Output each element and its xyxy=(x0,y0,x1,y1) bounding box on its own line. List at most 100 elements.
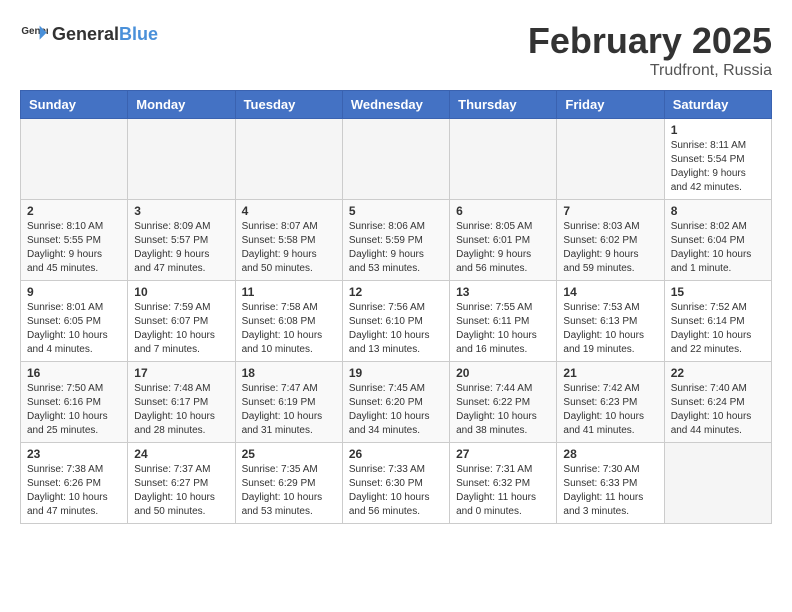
day-number: 13 xyxy=(456,285,550,299)
day-info: Sunrise: 8:01 AM Sunset: 6:05 PM Dayligh… xyxy=(27,301,121,357)
calendar-cell: 26Sunrise: 7:33 AM Sunset: 6:30 PM Dayli… xyxy=(342,443,449,524)
day-number: 1 xyxy=(671,123,765,137)
day-info: Sunrise: 7:44 AM Sunset: 6:22 PM Dayligh… xyxy=(456,382,550,438)
calendar-cell: 14Sunrise: 7:53 AM Sunset: 6:13 PM Dayli… xyxy=(557,281,664,362)
day-info: Sunrise: 7:58 AM Sunset: 6:08 PM Dayligh… xyxy=(242,301,336,357)
calendar-cell: 3 Sunrise: 8:09 AM Sunset: 5:57 PM Daylig… xyxy=(128,200,235,281)
calendar-table: SundayMondayTuesdayWednesdayThursdayFrid… xyxy=(20,90,772,524)
day-info: Sunrise: 7:38 AM Sunset: 6:26 PM Dayligh… xyxy=(27,463,121,519)
day-number: 14 xyxy=(563,285,657,299)
day-number: 11 xyxy=(242,285,336,299)
day-number: 4 xyxy=(242,204,336,218)
day-info: Sunrise: 7:47 AM Sunset: 6:19 PM Dayligh… xyxy=(242,382,336,438)
day-number: 3 xyxy=(134,204,228,218)
calendar-cell: 15 Sunrise: 7:52 AM Sunset: 6:14 PM Dayli… xyxy=(664,281,771,362)
calendar-cell: 16 Sunrise: 7:50 AM Sunset: 6:16 PM Dayli… xyxy=(21,362,128,443)
calendar-cell: 10 Sunrise: 7:59 AM Sunset: 6:07 PM Dayli… xyxy=(128,281,235,362)
day-number: 25 xyxy=(242,447,336,461)
weekday-header-saturday: Saturday xyxy=(664,91,771,119)
day-info: Sunrise: 8:10 AM Sunset: 5:55 PM Dayligh… xyxy=(27,220,121,276)
day-info: Sunrise: 7:31 AM Sunset: 6:32 PM Dayligh… xyxy=(456,463,550,519)
week-row-4: 16 Sunrise: 7:50 AM Sunset: 6:16 PM Dayli… xyxy=(21,362,772,443)
weekday-header-friday: Friday xyxy=(557,91,664,119)
day-info: Sunrise: 7:45 AM Sunset: 6:20 PM Dayligh… xyxy=(349,382,443,438)
calendar-cell: 13 Sunrise: 7:55 AM Sunset: 6:11 PM Dayli… xyxy=(450,281,557,362)
week-row-3: 9 Sunrise: 8:01 AM Sunset: 6:05 PM Daylig… xyxy=(21,281,772,362)
calendar-cell: 25 Sunrise: 7:35 AM Sunset: 6:29 PM Dayli… xyxy=(235,443,342,524)
day-number: 2 xyxy=(27,204,121,218)
calendar-cell: 18 Sunrise: 7:47 AM Sunset: 6:19 PM Dayli… xyxy=(235,362,342,443)
day-number: 17 xyxy=(134,366,228,380)
logo-icon: General xyxy=(20,20,48,48)
calendar-cell xyxy=(21,119,128,200)
calendar-title: February 2025 xyxy=(528,20,772,62)
day-number: 15 xyxy=(671,285,765,299)
calendar-cell: 21 Sunrise: 7:42 AM Sunset: 6:23 PM Dayli… xyxy=(557,362,664,443)
day-info: Sunrise: 7:35 AM Sunset: 6:29 PM Dayligh… xyxy=(242,463,336,519)
title-area: February 2025 Trudfront, Russia xyxy=(528,20,772,80)
calendar-cell: 8Sunrise: 8:02 AM Sunset: 6:04 PM Daylig… xyxy=(664,200,771,281)
weekday-header-row: SundayMondayTuesdayWednesdayThursdayFrid… xyxy=(21,91,772,119)
day-number: 10 xyxy=(134,285,228,299)
calendar-cell: 1 Sunrise: 8:11 AM Sunset: 5:54 PM Daylig… xyxy=(664,119,771,200)
day-info: Sunrise: 8:05 AM Sunset: 6:01 PM Dayligh… xyxy=(456,220,550,276)
weekday-header-sunday: Sunday xyxy=(21,91,128,119)
calendar-cell: 22Sunrise: 7:40 AM Sunset: 6:24 PM Dayli… xyxy=(664,362,771,443)
day-info: Sunrise: 8:09 AM Sunset: 5:57 PM Dayligh… xyxy=(134,220,228,276)
calendar-cell: 20 Sunrise: 7:44 AM Sunset: 6:22 PM Dayli… xyxy=(450,362,557,443)
calendar-cell: 28 Sunrise: 7:30 AM Sunset: 6:33 PM Dayli… xyxy=(557,443,664,524)
weekday-header-tuesday: Tuesday xyxy=(235,91,342,119)
day-info: Sunrise: 7:56 AM Sunset: 6:10 PM Dayligh… xyxy=(349,301,443,357)
calendar-cell: 11 Sunrise: 7:58 AM Sunset: 6:08 PM Dayli… xyxy=(235,281,342,362)
day-info: Sunrise: 7:52 AM Sunset: 6:14 PM Dayligh… xyxy=(671,301,765,357)
week-row-1: 1 Sunrise: 8:11 AM Sunset: 5:54 PM Daylig… xyxy=(21,119,772,200)
calendar-cell: 27 Sunrise: 7:31 AM Sunset: 6:32 PM Dayli… xyxy=(450,443,557,524)
calendar-cell: 4 Sunrise: 8:07 AM Sunset: 5:58 PM Daylig… xyxy=(235,200,342,281)
calendar-cell: 6Sunrise: 8:05 AM Sunset: 6:01 PM Daylig… xyxy=(450,200,557,281)
day-info: Sunrise: 7:42 AM Sunset: 6:23 PM Dayligh… xyxy=(563,382,657,438)
calendar-cell: 9 Sunrise: 8:01 AM Sunset: 6:05 PM Daylig… xyxy=(21,281,128,362)
day-number: 19 xyxy=(349,366,443,380)
weekday-header-wednesday: Wednesday xyxy=(342,91,449,119)
week-row-5: 23Sunrise: 7:38 AM Sunset: 6:26 PM Dayli… xyxy=(21,443,772,524)
logo-blue-text: Blue xyxy=(119,24,158,45)
calendar-cell xyxy=(557,119,664,200)
calendar-cell: 12 Sunrise: 7:56 AM Sunset: 6:10 PM Dayli… xyxy=(342,281,449,362)
day-number: 21 xyxy=(563,366,657,380)
day-info: Sunrise: 8:06 AM Sunset: 5:59 PM Dayligh… xyxy=(349,220,443,276)
calendar-cell: 24 Sunrise: 7:37 AM Sunset: 6:27 PM Dayli… xyxy=(128,443,235,524)
day-number: 20 xyxy=(456,366,550,380)
day-number: 18 xyxy=(242,366,336,380)
calendar-cell: 2 Sunrise: 8:10 AM Sunset: 5:55 PM Daylig… xyxy=(21,200,128,281)
page-header: General GeneralBlue February 2025 Trudfr… xyxy=(20,20,772,80)
day-info: Sunrise: 8:11 AM Sunset: 5:54 PM Dayligh… xyxy=(671,139,765,195)
day-info: Sunrise: 7:30 AM Sunset: 6:33 PM Dayligh… xyxy=(563,463,657,519)
calendar-cell: 17 Sunrise: 7:48 AM Sunset: 6:17 PM Dayli… xyxy=(128,362,235,443)
day-number: 16 xyxy=(27,366,121,380)
calendar-cell xyxy=(128,119,235,200)
day-info: Sunrise: 7:48 AM Sunset: 6:17 PM Dayligh… xyxy=(134,382,228,438)
day-number: 24 xyxy=(134,447,228,461)
logo: General GeneralBlue xyxy=(20,20,158,48)
calendar-cell xyxy=(450,119,557,200)
day-number: 28 xyxy=(563,447,657,461)
day-info: Sunrise: 8:07 AM Sunset: 5:58 PM Dayligh… xyxy=(242,220,336,276)
calendar-cell xyxy=(342,119,449,200)
day-info: Sunrise: 7:59 AM Sunset: 6:07 PM Dayligh… xyxy=(134,301,228,357)
day-info: Sunrise: 8:02 AM Sunset: 6:04 PM Dayligh… xyxy=(671,220,765,276)
weekday-header-thursday: Thursday xyxy=(450,91,557,119)
calendar-cell: 23Sunrise: 7:38 AM Sunset: 6:26 PM Dayli… xyxy=(21,443,128,524)
weekday-header-monday: Monday xyxy=(128,91,235,119)
calendar-cell: 19 Sunrise: 7:45 AM Sunset: 6:20 PM Dayli… xyxy=(342,362,449,443)
day-number: 9 xyxy=(27,285,121,299)
calendar-cell xyxy=(235,119,342,200)
calendar-subtitle: Trudfront, Russia xyxy=(528,62,772,80)
day-info: Sunrise: 7:37 AM Sunset: 6:27 PM Dayligh… xyxy=(134,463,228,519)
logo-general-text: General xyxy=(52,24,119,45)
day-info: Sunrise: 7:50 AM Sunset: 6:16 PM Dayligh… xyxy=(27,382,121,438)
calendar-cell: 5Sunrise: 8:06 AM Sunset: 5:59 PM Daylig… xyxy=(342,200,449,281)
day-number: 27 xyxy=(456,447,550,461)
day-info: Sunrise: 7:40 AM Sunset: 6:24 PM Dayligh… xyxy=(671,382,765,438)
day-info: Sunrise: 7:55 AM Sunset: 6:11 PM Dayligh… xyxy=(456,301,550,357)
day-number: 12 xyxy=(349,285,443,299)
